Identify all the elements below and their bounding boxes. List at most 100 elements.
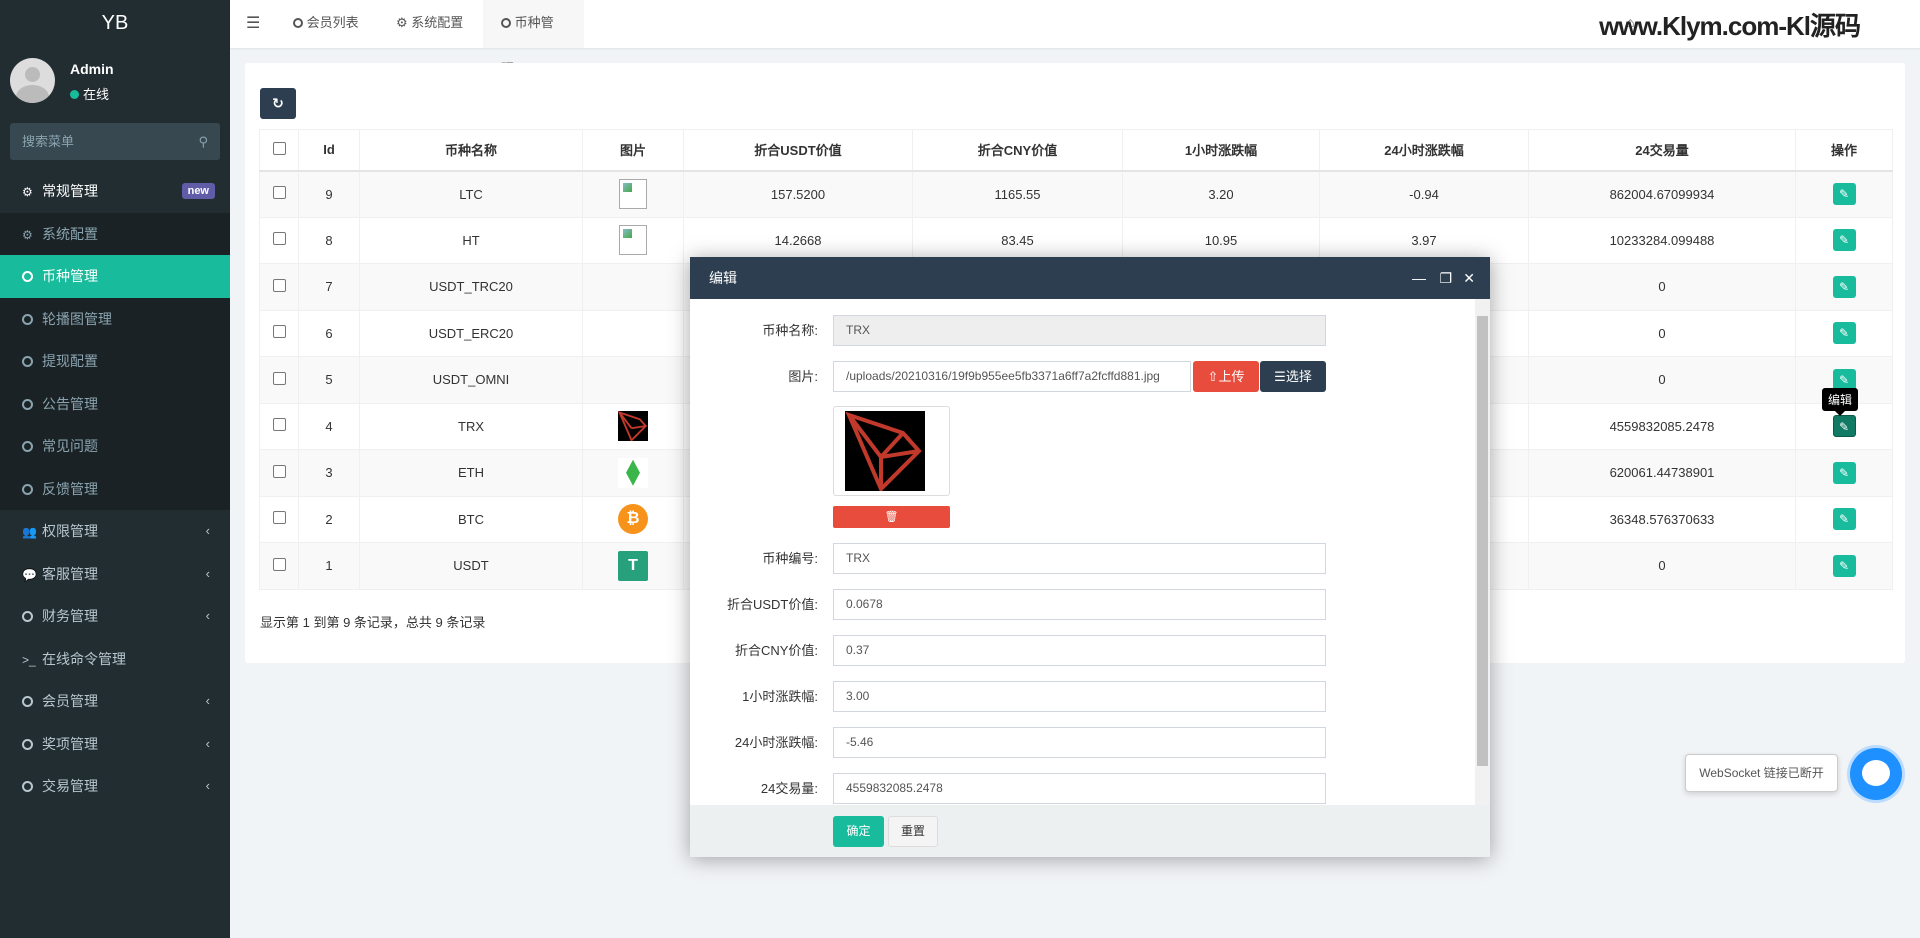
cell-image — [582, 263, 684, 311]
sidebar-item-members[interactable]: 会员管理 ‹ — [0, 680, 230, 723]
upload-button[interactable]: ⇧上传 — [1193, 361, 1259, 392]
minimize-icon[interactable]: — — [1412, 257, 1426, 299]
field-usdt: 折合USDT价值: 0.0678 — [690, 589, 1490, 620]
sidebar-item-awards[interactable]: 奖项管理 ‹ — [0, 723, 230, 766]
sidebar-item-permissions[interactable]: 👥 权限管理 ‹ — [0, 510, 230, 553]
coin-name-input[interactable]: TRX — [833, 315, 1326, 346]
tab-coin-management[interactable]: 币种管理 — [483, 0, 584, 76]
row-checkbox[interactable] — [272, 418, 286, 432]
col-1h[interactable]: 1小时涨跌幅 — [1122, 129, 1320, 172]
volume-input[interactable]: 4559832085.2478 — [833, 773, 1326, 804]
sidebar-item-online-command[interactable]: >_ 在线命令管理 — [0, 638, 230, 681]
change-24h-input[interactable]: -5.46 — [833, 727, 1326, 758]
edit-button[interactable]: ✎ — [1832, 554, 1856, 577]
sidebar-item-announcements[interactable]: 公告管理 — [0, 382, 230, 425]
cell-actions: ✎ — [1795, 495, 1893, 543]
trx-logo-image — [845, 411, 925, 491]
sidebar-item-carousel[interactable]: 轮播图管理 — [0, 297, 230, 340]
edit-button[interactable]: ✎ — [1832, 415, 1856, 438]
edit-button[interactable]: ✎ — [1832, 508, 1856, 531]
pagination-info: 显示第 1 到第 9 条记录，总共 9 条记录 — [260, 615, 486, 630]
circle-icon — [22, 313, 33, 325]
coin-code-input[interactable]: TRX — [833, 543, 1326, 574]
refresh-button[interactable]: ↻ — [260, 88, 296, 119]
close-icon[interactable]: ✕ — [1463, 257, 1475, 299]
sidebar: YB Admin 在线 搜索菜单 ⚲ ⚙ 常规管理 new ⚙ 系统配置 币种管理 轮播… — [0, 0, 230, 938]
sidebar-item-trading[interactable]: 交易管理 ‹ — [0, 765, 230, 808]
logo[interactable]: YB — [0, 0, 230, 48]
sidebar-item-withdraw-config[interactable]: 提现配置 — [0, 340, 230, 383]
edit-button[interactable]: ✎ — [1832, 275, 1856, 298]
col-volume[interactable]: 24交易量 — [1528, 129, 1796, 172]
cell-id: 7 — [298, 263, 360, 311]
label: 提现配置 — [42, 353, 98, 369]
sidebar-item-customer-service[interactable]: 💬 客服管理 ‹ — [0, 553, 230, 596]
sidebar-item-feedback[interactable]: 反馈管理 — [0, 467, 230, 510]
cell-image: T — [582, 542, 684, 590]
row-checkbox[interactable] — [272, 557, 286, 571]
menu-toggle-icon[interactable]: ☰ — [246, 13, 260, 33]
col-name[interactable]: 币种名称 — [359, 129, 583, 172]
confirm-button[interactable]: 确定 — [833, 816, 884, 847]
circle-icon — [22, 696, 33, 707]
chevron-left-icon: ‹ — [205, 608, 210, 623]
edit-button[interactable]: ✎ — [1832, 461, 1856, 484]
pencil-icon: ✎ — [1838, 187, 1850, 201]
sidebar-item-coin-management[interactable]: 币种管理 — [0, 255, 230, 298]
edit-button[interactable]: ✎ — [1832, 183, 1856, 205]
col-usdt[interactable]: 折合USDT价值 — [683, 129, 913, 172]
topbar: ☰ 会员列表 ⚙ 系统配置 币种管理 ⌂ www.Klym.com-Kl源码 — [230, 0, 1920, 76]
dialog-footer: 确定 重置 — [690, 805, 1490, 857]
circle-icon — [293, 18, 303, 28]
label: 轮播图管理 — [42, 310, 112, 327]
row-checkbox[interactable] — [272, 186, 286, 199]
sidebar-item-faq[interactable]: 常见问题 — [0, 425, 230, 468]
image-path-input[interactable]: /uploads/20210316/19f9b955ee5fb3371a6ff7… — [833, 361, 1191, 392]
maximize-icon[interactable]: ❐ — [1439, 257, 1452, 299]
col-24h[interactable]: 24小时涨跌幅 — [1319, 129, 1529, 172]
cell-cny: 1165.55 — [912, 170, 1123, 218]
select-all-checkbox[interactable] — [272, 141, 286, 155]
change-1h-input[interactable]: 3.00 — [833, 681, 1326, 712]
dialog-scrollbar[interactable] — [1475, 299, 1490, 805]
chevron-left-icon: ‹ — [205, 693, 210, 708]
tab-member-list[interactable]: 会员列表 — [275, 0, 377, 48]
col-cny[interactable]: 折合CNY价值 — [912, 129, 1123, 172]
upload-label: 上传 — [1218, 369, 1245, 384]
select-button[interactable]: ☰选择 — [1260, 361, 1326, 392]
edit-button[interactable]: ✎ — [1832, 322, 1856, 345]
field-label: 图片: — [788, 369, 818, 384]
row-select — [259, 402, 299, 450]
row-checkbox[interactable] — [272, 325, 286, 339]
edit-button[interactable]: ✎ — [1832, 229, 1856, 252]
row-checkbox[interactable] — [272, 464, 286, 478]
reset-button[interactable]: 重置 — [888, 816, 938, 847]
cell-image — [582, 309, 684, 357]
row-checkbox[interactable] — [272, 232, 286, 246]
table-row: 9 LTC 157.5200 1165.55 3.20 -0.94 862004.67099… — [259, 170, 1893, 218]
row-checkbox[interactable] — [272, 278, 286, 292]
cell-volume: 36348.576370633 — [1528, 495, 1796, 543]
scrollbar-thumb[interactable] — [1477, 316, 1488, 766]
menu-search-input[interactable]: 搜索菜单 ⚲ — [10, 123, 220, 160]
row-checkbox[interactable] — [272, 511, 286, 525]
sidebar-item-general[interactable]: ⚙ 常规管理 new — [0, 170, 230, 213]
usdt-value-input[interactable]: 0.0678 — [833, 589, 1326, 620]
cell-actions: ✎ — [1795, 216, 1893, 264]
col-id[interactable]: Id — [298, 129, 360, 172]
tab-system-config[interactable]: ⚙ 系统配置 — [378, 0, 481, 48]
chat-bubble-icon[interactable] — [1850, 748, 1902, 800]
label: 公告管理 — [42, 395, 98, 412]
row-checkbox[interactable] — [272, 371, 286, 385]
cell-name: USDT_ERC20 — [359, 309, 583, 357]
cell-actions: ✎ — [1795, 449, 1893, 497]
cell-usdt: 157.5200 — [683, 170, 913, 218]
sidebar-item-finance[interactable]: 财务管理 ‹ — [0, 595, 230, 638]
field-label: 折合USDT价值: — [726, 597, 818, 612]
trx-logo-icon — [618, 411, 648, 442]
cny-value-input[interactable]: 0.37 — [833, 635, 1326, 666]
sidebar-item-system-config[interactable]: ⚙ 系统配置 — [0, 212, 230, 255]
delete-image-button[interactable]: 🗑 — [833, 506, 950, 528]
cell-volume: 620061.44738901 — [1528, 449, 1796, 497]
cell-id: 9 — [298, 170, 360, 218]
